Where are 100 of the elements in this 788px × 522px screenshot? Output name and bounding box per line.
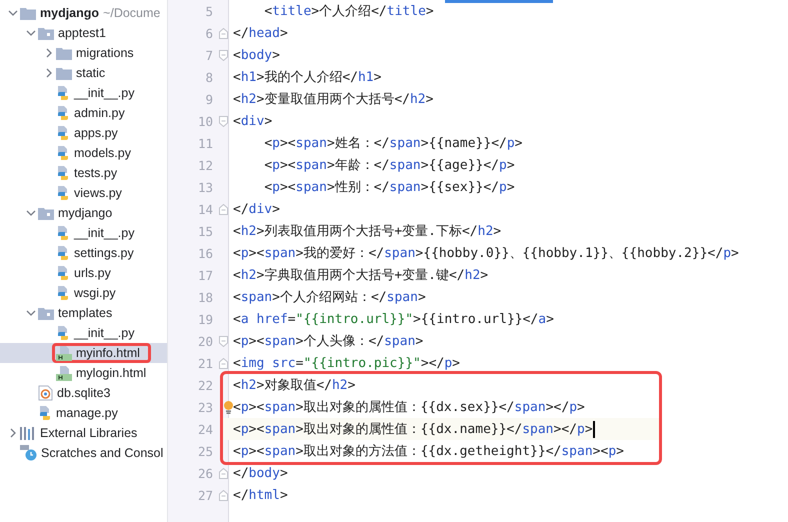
line-number: 11: [196, 136, 213, 150]
folder-icon: [56, 66, 72, 80]
line-number: 20: [196, 334, 213, 348]
python-file-icon: [56, 166, 70, 180]
tree-item[interactable]: mydjango: [58, 206, 112, 220]
database-file-icon: [38, 385, 53, 401]
chevron-icon[interactable]: [26, 28, 36, 38]
fold-marker-icon[interactable]: [219, 116, 228, 126]
tree-item[interactable]: static: [76, 66, 106, 80]
line-number: 18: [196, 290, 213, 304]
path-hint: ~/Docume: [103, 6, 160, 20]
tree-item[interactable]: models.py: [74, 146, 131, 160]
fold-marker-icon[interactable]: [219, 490, 228, 500]
code-line: <p><span>取出对象的属性值：{{dx.name}}</span></p>: [233, 420, 595, 438]
tree-item[interactable]: __init__.py: [74, 326, 134, 340]
tree-item[interactable]: templates: [58, 306, 112, 320]
scratches-icon: [20, 445, 37, 461]
python-file-icon: [56, 326, 70, 340]
tree-item[interactable]: db.sqlite3: [57, 386, 111, 400]
tree-item[interactable]: admin.py: [74, 106, 125, 120]
tree-item[interactable]: wsgi.py: [74, 286, 116, 300]
code-line: <h2>字典取值用两个大括号+变量.键</h2>: [233, 266, 488, 284]
code-line: <p><span>取出对象的属性值：{{dx.sex}}</span></p>: [233, 398, 585, 416]
chevron-icon[interactable]: [44, 48, 54, 58]
line-number: 7: [204, 48, 213, 62]
python-file-icon: [56, 146, 70, 160]
tree-item[interactable]: External Libraries: [40, 426, 138, 440]
line-number: 12: [196, 158, 213, 172]
code-line: <p><span>性别：</span>{{sex}}</p>: [263, 178, 515, 196]
folder-icon: [56, 46, 72, 60]
code-line: <title>个人介绍</title>: [263, 2, 434, 20]
line-number: 10: [196, 114, 213, 128]
line-number: 25: [196, 444, 213, 458]
tree-item[interactable]: tests.py: [74, 166, 118, 180]
fold-marker-icon[interactable]: [219, 358, 228, 368]
libraries-icon: [20, 426, 36, 440]
tree-item[interactable]: settings.py: [74, 246, 134, 260]
tree-item[interactable]: mydjango: [40, 6, 100, 20]
tree-item[interactable]: Scratches and Consol: [41, 446, 164, 460]
fold-marker-icon[interactable]: [219, 50, 228, 60]
fold-marker-icon[interactable]: [219, 468, 228, 478]
chevron-icon[interactable]: [44, 68, 54, 78]
line-number: 14: [196, 202, 213, 216]
line-number: 23: [196, 400, 213, 414]
line-number: 17: [196, 268, 213, 282]
code-line: <p><span>个人头像：</span>: [233, 332, 424, 350]
python-file-icon: [56, 106, 70, 120]
folder-icon: [38, 306, 54, 320]
code-line: <p><span>取出对象的方法值：{{dx.getheight}}</span><p>: [233, 442, 624, 460]
lightbulb-icon[interactable]: [224, 400, 233, 414]
code-line: <h2>列表取值用两个大括号+变量.下标</h2>: [233, 222, 502, 240]
chevron-icon[interactable]: [8, 8, 18, 18]
fold-marker-icon[interactable]: [219, 28, 228, 38]
line-number: 9: [204, 92, 213, 106]
fold-marker-icon[interactable]: [219, 336, 228, 346]
tree-item[interactable]: __init__.py: [74, 226, 134, 240]
line-number: 6: [204, 26, 213, 40]
code-line: <div>: [233, 114, 272, 128]
line-number: 13: [196, 180, 213, 194]
code-line: <span>个人介绍网站：</span>: [233, 288, 426, 306]
chevron-icon[interactable]: [26, 208, 36, 218]
tree-item[interactable]: migrations: [76, 46, 134, 60]
folder-icon: [20, 6, 36, 20]
tree-item[interactable]: views.py: [74, 186, 122, 200]
html-file-icon: [56, 346, 72, 360]
line-number: 16: [196, 246, 213, 260]
tree-item[interactable]: __init__.py: [74, 86, 134, 100]
tree-item[interactable]: apptest1: [58, 26, 106, 40]
python-file-icon: [56, 86, 70, 100]
tree-item[interactable]: apps.py: [74, 126, 118, 140]
line-number: 27: [196, 488, 213, 502]
code-line: </body>: [233, 466, 288, 480]
python-file-icon: [56, 126, 70, 140]
code-line: <p><span>姓名：</span>{{name}}</p>: [263, 134, 522, 152]
line-number: 5: [204, 4, 213, 18]
python-file-icon: [38, 406, 52, 420]
code-line: </html>: [233, 488, 288, 502]
line-number: 26: [196, 466, 213, 480]
python-file-icon: [56, 186, 70, 200]
fold-marker-icon[interactable]: [219, 204, 228, 214]
folder-icon: [38, 26, 54, 40]
code-line: <p><span>年龄：</span>{{age}}</p>: [263, 156, 515, 174]
chevron-icon[interactable]: [26, 308, 36, 318]
code-line: </head>: [233, 26, 288, 40]
code-line: <h2>变量取值用两个大括号</h2>: [233, 90, 434, 108]
python-file-icon: [56, 246, 70, 260]
code-line: <h1>我的个人介绍</h1>: [233, 68, 382, 86]
python-file-icon: [56, 286, 70, 300]
code-line: </div>: [233, 202, 280, 216]
code-line: <a href="{{intro.url}}">{{intro.url}}</a>: [233, 312, 554, 326]
line-number: 24: [196, 422, 213, 436]
tree-item[interactable]: mylogin.html: [76, 366, 146, 380]
line-number: 22: [196, 378, 213, 392]
tree-item[interactable]: urls.py: [74, 266, 111, 280]
folder-icon: [38, 206, 54, 220]
line-number: 19: [196, 312, 213, 326]
code-line: <img src="{{intro.pic}}"></p>: [233, 356, 460, 370]
chevron-icon[interactable]: [8, 428, 18, 438]
tree-item[interactable]: manage.py: [56, 406, 118, 420]
line-number: 8: [204, 70, 213, 84]
